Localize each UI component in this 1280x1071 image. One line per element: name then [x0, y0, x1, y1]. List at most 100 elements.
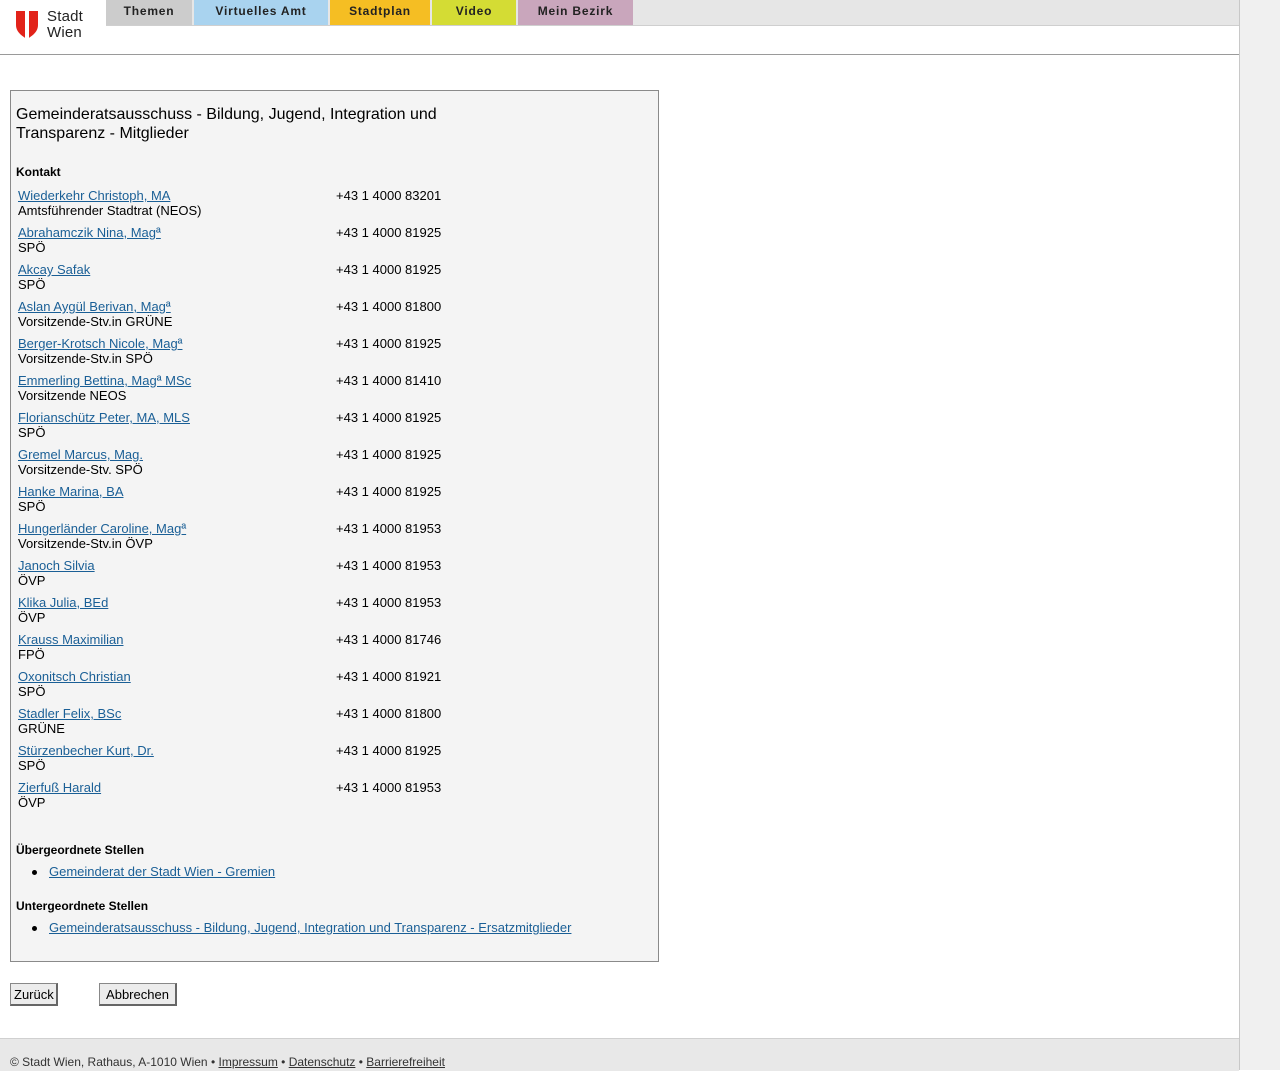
member-role: SPÖ: [18, 758, 46, 773]
member-phone: +43 1 4000 81925: [336, 410, 442, 425]
member-name-link[interactable]: Hungerländer Caroline, Magª: [18, 521, 186, 536]
member-name-link[interactable]: Aslan Aygül Berivan, Magª: [18, 299, 171, 314]
member-phone: +43 1 4000 81925: [336, 743, 442, 758]
stadt-wien-logo[interactable]: Stadt Wien: [16, 9, 96, 43]
member-name-link[interactable]: Gremel Marcus, Mag.: [18, 447, 143, 462]
member-role: SPÖ: [18, 240, 46, 255]
parent-unit-link[interactable]: Gemeinderat der Stadt Wien - Gremien: [49, 864, 275, 879]
scrollbar[interactable]: [1240, 0, 1280, 1070]
footer-copyright: © Stadt Wien, Rathaus, A-1010 Wien: [10, 1055, 208, 1069]
child-unit-link[interactable]: Gemeinderatsausschuss - Bildung, Jugend,…: [49, 920, 571, 935]
member-role: Vorsitzende-Stv.in GRÜNE: [18, 314, 173, 329]
member-name-link[interactable]: Klika Julia, BEd: [18, 595, 108, 610]
parent-units-heading: Übergeordnete Stellen: [16, 843, 145, 857]
child-units-heading: Untergeordnete Stellen: [16, 899, 149, 913]
back-button[interactable]: Zurück: [10, 983, 58, 1006]
tab-mein-bezirk[interactable]: Mein Bezirk: [518, 0, 633, 25]
member-role: GRÜNE: [18, 721, 65, 736]
member-role: SPÖ: [18, 684, 46, 699]
member-name-link[interactable]: Oxonitsch Christian: [18, 669, 131, 684]
member-name-link[interactable]: Abrahamczik Nina, Magª: [18, 225, 161, 240]
member-phone: +43 1 4000 81925: [336, 336, 442, 351]
member-name-link[interactable]: Berger-Krotsch Nicole, Magª: [18, 336, 182, 351]
bullet-icon: [32, 926, 37, 931]
member-role: Vorsitzende NEOS: [18, 388, 127, 403]
member-role: Vorsitzende-Stv.in SPÖ: [18, 351, 153, 366]
member-name-link[interactable]: Zierfuß Harald: [18, 780, 101, 795]
vienna-shield-icon: [16, 11, 38, 39]
member-name-link[interactable]: Krauss Maximilian: [18, 632, 123, 647]
tab-themen[interactable]: Themen: [106, 0, 192, 25]
member-phone: +43 1 4000 81925: [336, 225, 442, 240]
logo-text: Stadt Wien: [47, 9, 83, 41]
member-role: Vorsitzende-Stv. SPÖ: [18, 462, 143, 477]
member-row: Hungerländer Caroline, Magª Vorsitzende-S…: [18, 521, 638, 555]
member-phone: +43 1 4000 81800: [336, 706, 442, 721]
member-row: Hanke Marina, BA SPÖ +43 1 4000 81925: [18, 484, 638, 518]
member-row: Abrahamczik Nina, Magª SPÖ +43 1 4000 8192…: [18, 225, 638, 259]
member-name-link[interactable]: Akcay Safak: [18, 262, 90, 277]
member-row: Stadler Felix, BSc GRÜNE +43 1 4000 81800: [18, 706, 638, 740]
member-row: Florianschütz Peter, MA, MLS SPÖ +43 1 400…: [18, 410, 638, 444]
barrierefreiheit-link[interactable]: Barrierefreiheit: [366, 1055, 445, 1069]
member-row: Zierfuß Harald ÖVP +43 1 4000 81953: [18, 780, 638, 814]
member-phone: +43 1 4000 81953: [336, 595, 442, 610]
footer-text: © Stadt Wien, Rathaus, A-1010 Wien • Imp…: [10, 1055, 445, 1069]
page: Stadt Wien Themen Virtuelles Amt Stadtpl…: [0, 0, 1240, 1071]
member-role: ÖVP: [18, 795, 46, 810]
logo-line-1: Stadt: [47, 8, 84, 25]
member-row: Gremel Marcus, Mag. Vorsitzende-Stv. SPÖ +…: [18, 447, 638, 481]
datenschutz-link[interactable]: Datenschutz: [289, 1055, 356, 1069]
member-row: Janoch Silvia ÖVP +43 1 4000 81953: [18, 558, 638, 592]
cancel-button[interactable]: Abbrechen: [99, 983, 177, 1006]
member-row: Krauss Maximilian FPÖ +43 1 4000 81746: [18, 632, 638, 666]
member-role: ÖVP: [18, 610, 46, 625]
member-role: Amtsführender Stadtrat (NEOS): [18, 203, 202, 218]
member-row: Akcay Safak SPÖ +43 1 4000 81925: [18, 262, 638, 296]
member-role: Vorsitzende-Stv.in ÖVP: [18, 536, 153, 551]
site-footer: © Stadt Wien, Rathaus, A-1010 Wien • Imp…: [0, 1038, 1239, 1071]
member-name-link[interactable]: Janoch Silvia: [18, 558, 95, 573]
member-name-link[interactable]: Stadler Felix, BSc: [18, 706, 121, 721]
contact-heading: Kontakt: [16, 165, 61, 179]
member-role: SPÖ: [18, 277, 46, 292]
bullet-icon: [32, 870, 37, 875]
committee-panel: Gemeinderatsausschuss - Bildung, Jugend,…: [10, 90, 659, 962]
member-name-link[interactable]: Stürzenbecher Kurt, Dr.: [18, 743, 154, 758]
member-phone: +43 1 4000 81921: [336, 669, 442, 684]
member-phone: +43 1 4000 81746: [336, 632, 442, 647]
member-phone: +43 1 4000 81953: [336, 521, 442, 536]
logo-line-2: Wien: [47, 24, 82, 41]
member-phone: +43 1 4000 81953: [336, 558, 442, 573]
member-row: Aslan Aygül Berivan, Magª Vorsitzende-Stv…: [18, 299, 638, 333]
footer-separator: •: [355, 1055, 367, 1069]
member-row: Oxonitsch Christian SPÖ +43 1 4000 81921: [18, 669, 638, 703]
member-phone: +43 1 4000 81800: [336, 299, 442, 314]
footer-separator: •: [277, 1055, 289, 1069]
member-row: Emmerling Bettina, Magª MSc Vorsitzende N…: [18, 373, 638, 407]
member-row: Stürzenbecher Kurt, Dr. SPÖ +43 1 4000 819…: [18, 743, 638, 777]
member-name-link[interactable]: Florianschütz Peter, MA, MLS: [18, 410, 190, 425]
member-phone: +43 1 4000 81925: [336, 447, 442, 462]
member-role: SPÖ: [18, 499, 46, 514]
footer-separator: •: [207, 1055, 219, 1069]
impressum-link[interactable]: Impressum: [218, 1055, 277, 1069]
site-header: Stadt Wien Themen Virtuelles Amt Stadtpl…: [0, 0, 1239, 55]
member-phone: +43 1 4000 81953: [336, 780, 442, 795]
member-name-link[interactable]: Emmerling Bettina, Magª MSc: [18, 373, 191, 388]
member-row: Klika Julia, BEd ÖVP +43 1 4000 81953: [18, 595, 638, 629]
member-row: Wiederkehr Christoph, MA Amtsführender St…: [18, 188, 638, 222]
member-name-link[interactable]: Hanke Marina, BA: [18, 484, 124, 499]
member-phone: +43 1 4000 81925: [336, 484, 442, 499]
tab-stadtplan[interactable]: Stadtplan: [330, 0, 430, 25]
member-role: SPÖ: [18, 425, 46, 440]
member-role: ÖVP: [18, 573, 46, 588]
member-phone: +43 1 4000 83201: [336, 188, 442, 203]
member-role: FPÖ: [18, 647, 45, 662]
member-name-link[interactable]: Wiederkehr Christoph, MA: [18, 188, 170, 203]
tab-video[interactable]: Video: [432, 0, 516, 25]
tab-virtuelles-amt[interactable]: Virtuelles Amt: [194, 0, 328, 25]
member-phone: +43 1 4000 81925: [336, 262, 442, 277]
member-phone: +43 1 4000 81410: [336, 373, 442, 388]
page-title: Gemeinderatsausschuss - Bildung, Jugend,…: [16, 106, 437, 142]
